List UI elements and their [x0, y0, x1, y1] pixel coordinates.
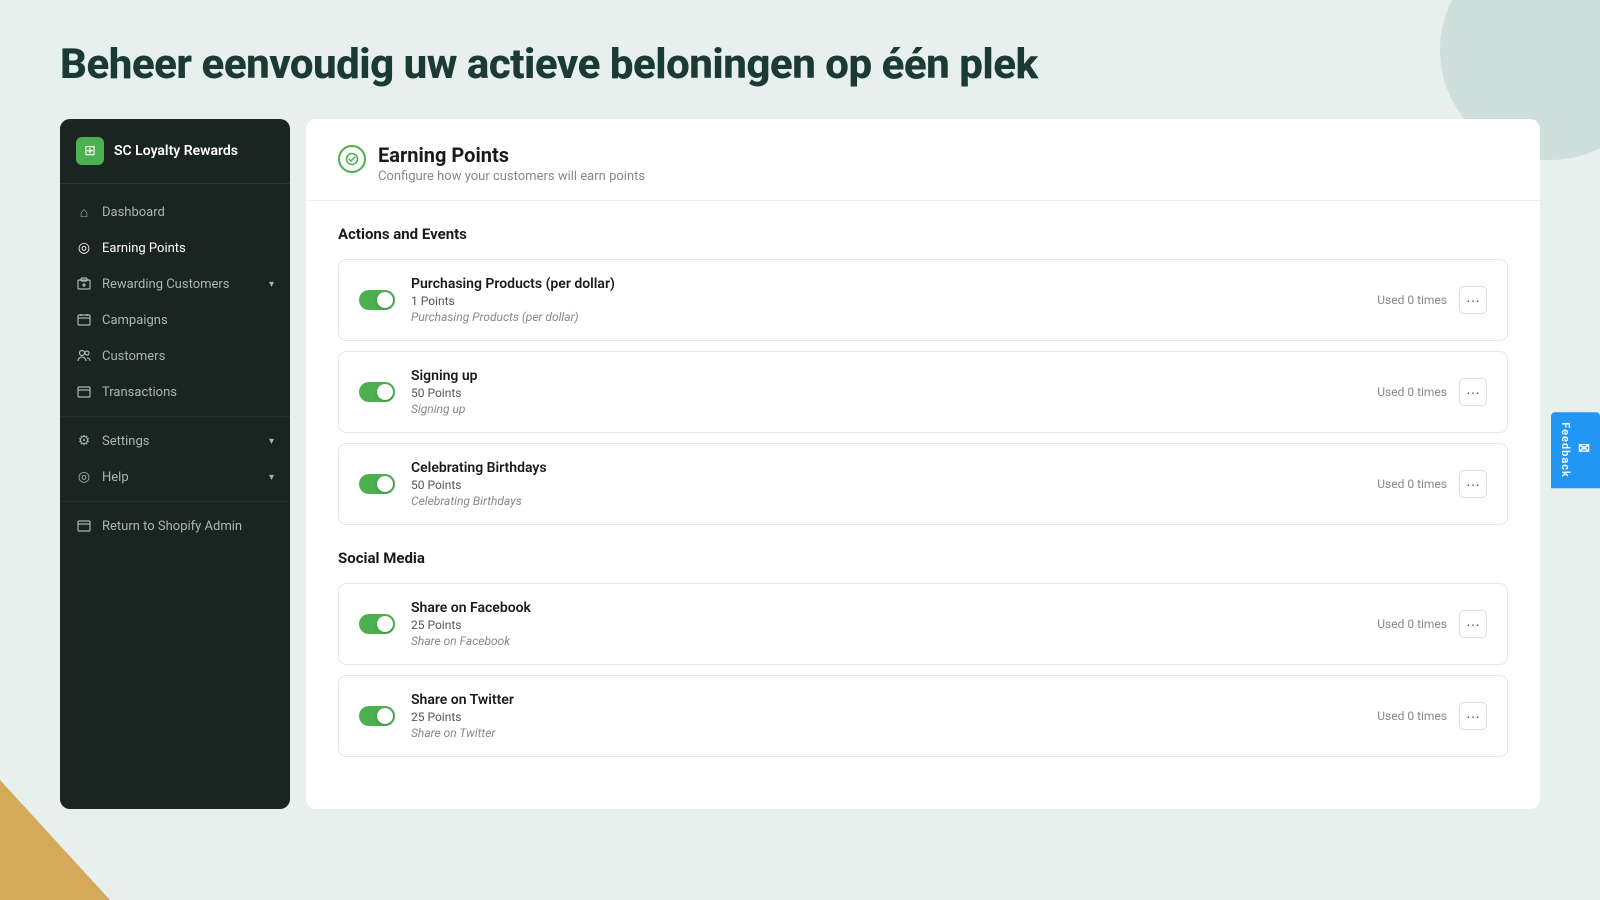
home-icon: ⌂: [76, 204, 92, 220]
event-meta-share-facebook: Used 0 times ···: [1377, 610, 1487, 638]
event-points-purchasing-products: 1 Points: [411, 294, 1361, 308]
sidebar-item-customers[interactable]: Customers: [60, 338, 290, 374]
sidebar-divider-2: [60, 501, 290, 502]
event-meta-celebrating-birthdays: Used 0 times ···: [1377, 470, 1487, 498]
earning-points-header-icon: [338, 145, 366, 173]
sidebar-item-transactions[interactable]: Transactions: [60, 374, 290, 410]
settings-icon: ⚙: [76, 433, 92, 449]
event-more-button-celebrating-birthdays[interactable]: ···: [1459, 470, 1487, 498]
earning-points-icon: ◎: [76, 240, 92, 256]
sidebar-divider: [60, 416, 290, 417]
event-desc-share-facebook: Share on Facebook: [411, 634, 1361, 648]
event-name-share-twitter: Share on Twitter: [411, 692, 1361, 708]
chevron-down-icon-help: ▾: [269, 472, 274, 483]
event-used-share-facebook: Used 0 times: [1377, 617, 1447, 631]
toggle-share-twitter[interactable]: [359, 706, 395, 726]
toggle-purchasing-products[interactable]: [359, 290, 395, 310]
event-more-button-share-twitter[interactable]: ···: [1459, 702, 1487, 730]
event-desc-share-twitter: Share on Twitter: [411, 726, 1361, 740]
event-more-button-share-facebook[interactable]: ···: [1459, 610, 1487, 638]
sidebar-item-dashboard[interactable]: ⌂ Dashboard: [60, 194, 290, 230]
page-header: Beheer eenvoudig uw actieve beloningen o…: [0, 0, 1600, 119]
campaigns-icon: [76, 312, 92, 328]
feedback-icon: ✉: [1576, 441, 1592, 458]
event-name-signing-up: Signing up: [411, 368, 1361, 384]
event-meta-purchasing-products: Used 0 times ···: [1377, 286, 1487, 314]
help-icon: ◎: [76, 469, 92, 485]
sidebar: ⊞ SC Loyalty Rewards ⌂ Dashboard ◎ Earni…: [60, 119, 290, 809]
section-actions-events: Actions and Events Purchasing Products (…: [338, 225, 1508, 525]
sidebar-label-return-shopify: Return to Shopify Admin: [102, 519, 274, 534]
event-used-signing-up: Used 0 times: [1377, 385, 1447, 399]
section-social-media-title: Social Media: [338, 549, 1508, 567]
content-title: Earning Points: [378, 143, 645, 167]
chevron-down-icon: ▾: [269, 279, 274, 290]
section-social-media: Social Media Share on Facebook 25 Points…: [338, 549, 1508, 757]
content-area: Earning Points Configure how your custom…: [306, 119, 1540, 809]
toggle-celebrating-birthdays[interactable]: [359, 474, 395, 494]
event-desc-celebrating-birthdays: Celebrating Birthdays: [411, 494, 1361, 508]
event-points-signing-up: 50 Points: [411, 386, 1361, 400]
event-name-purchasing-products: Purchasing Products (per dollar): [411, 276, 1361, 292]
sidebar-label-rewarding-customers: Rewarding Customers: [102, 277, 259, 292]
sidebar-logo-text: SC Loyalty Rewards: [114, 143, 238, 159]
sidebar-item-campaigns[interactable]: Campaigns: [60, 302, 290, 338]
section-actions-events-title: Actions and Events: [338, 225, 1508, 243]
sidebar-label-campaigns: Campaigns: [102, 313, 274, 328]
event-desc-signing-up: Signing up: [411, 402, 1361, 416]
page-headline: Beheer eenvoudig uw actieve beloningen o…: [60, 40, 1540, 89]
main-layout: ⊞ SC Loyalty Rewards ⌂ Dashboard ◎ Earni…: [0, 119, 1600, 889]
event-info-purchasing-products: Purchasing Products (per dollar) 1 Point…: [411, 276, 1361, 324]
sidebar-item-help[interactable]: ◎ Help ▾: [60, 459, 290, 495]
sidebar-nav: ⌂ Dashboard ◎ Earning Points Rewarding C…: [60, 184, 290, 554]
event-used-purchasing-products: Used 0 times: [1377, 293, 1447, 307]
transactions-icon: [76, 384, 92, 400]
event-info-share-twitter: Share on Twitter 25 Points Share on Twit…: [411, 692, 1361, 740]
sidebar-item-return-shopify[interactable]: Return to Shopify Admin: [60, 508, 290, 544]
feedback-label: Feedback: [1559, 422, 1572, 478]
event-more-button-signing-up[interactable]: ···: [1459, 378, 1487, 406]
event-name-share-facebook: Share on Facebook: [411, 600, 1361, 616]
event-card-share-twitter: Share on Twitter 25 Points Share on Twit…: [338, 675, 1508, 757]
event-card-celebrating-birthdays: Celebrating Birthdays 50 Points Celebrat…: [338, 443, 1508, 525]
event-points-share-twitter: 25 Points: [411, 710, 1361, 724]
event-desc-purchasing-products: Purchasing Products (per dollar): [411, 310, 1361, 324]
event-meta-signing-up: Used 0 times ···: [1377, 378, 1487, 406]
customers-icon: [76, 348, 92, 364]
event-info-share-facebook: Share on Facebook 25 Points Share on Fac…: [411, 600, 1361, 648]
sidebar-label-customers: Customers: [102, 349, 274, 364]
sidebar-label-help: Help: [102, 470, 259, 485]
sidebar-label-earning-points: Earning Points: [102, 241, 274, 256]
toggle-share-facebook[interactable]: [359, 614, 395, 634]
event-used-share-twitter: Used 0 times: [1377, 709, 1447, 723]
chevron-down-icon-settings: ▾: [269, 436, 274, 447]
event-points-celebrating-birthdays: 50 Points: [411, 478, 1361, 492]
event-card-signing-up: Signing up 50 Points Signing up Used 0 t…: [338, 351, 1508, 433]
event-more-button-purchasing-products[interactable]: ···: [1459, 286, 1487, 314]
content-header: Earning Points Configure how your custom…: [306, 119, 1540, 201]
sidebar-logo: ⊞ SC Loyalty Rewards: [60, 119, 290, 184]
event-card-purchasing-products: Purchasing Products (per dollar) 1 Point…: [338, 259, 1508, 341]
sidebar-item-earning-points[interactable]: ◎ Earning Points: [60, 230, 290, 266]
return-shopify-icon: [76, 518, 92, 534]
sidebar-item-settings[interactable]: ⚙ Settings ▾: [60, 423, 290, 459]
event-name-celebrating-birthdays: Celebrating Birthdays: [411, 460, 1361, 476]
event-points-share-facebook: 25 Points: [411, 618, 1361, 632]
event-card-share-facebook: Share on Facebook 25 Points Share on Fac…: [338, 583, 1508, 665]
event-info-celebrating-birthdays: Celebrating Birthdays 50 Points Celebrat…: [411, 460, 1361, 508]
event-meta-share-twitter: Used 0 times ···: [1377, 702, 1487, 730]
content-header-text: Earning Points Configure how your custom…: [378, 143, 645, 184]
sidebar-label-settings: Settings: [102, 434, 259, 449]
content-body: Actions and Events Purchasing Products (…: [306, 201, 1540, 791]
content-subtitle: Configure how your customers will earn p…: [378, 169, 645, 184]
rewarding-icon: [76, 276, 92, 292]
sidebar-label-dashboard: Dashboard: [102, 205, 274, 220]
toggle-signing-up[interactable]: [359, 382, 395, 402]
sidebar-logo-icon: ⊞: [76, 137, 104, 165]
event-info-signing-up: Signing up 50 Points Signing up: [411, 368, 1361, 416]
sidebar-label-transactions: Transactions: [102, 385, 274, 400]
event-used-celebrating-birthdays: Used 0 times: [1377, 477, 1447, 491]
feedback-button[interactable]: Feedback ✉: [1551, 412, 1600, 488]
sidebar-item-rewarding-customers[interactable]: Rewarding Customers ▾: [60, 266, 290, 302]
